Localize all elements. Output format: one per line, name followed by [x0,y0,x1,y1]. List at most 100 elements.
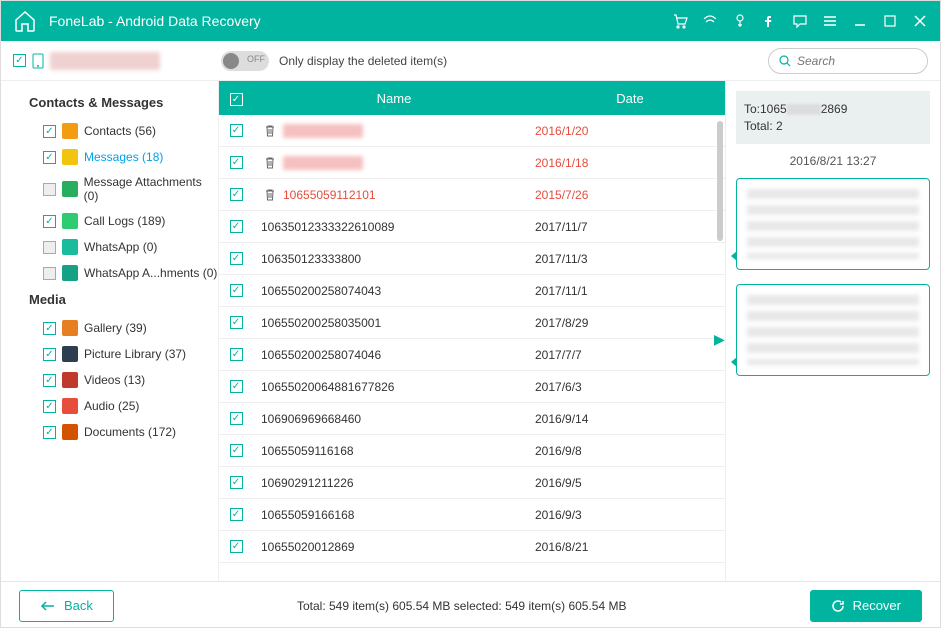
table-row[interactable]: 106550591121012015/7/26 [219,179,725,211]
cart-icon[interactable] [672,13,688,29]
select-all-checkbox[interactable]: ✓ [230,93,243,106]
sidebar-checkbox[interactable] [43,348,56,361]
device-checkbox[interactable]: ✓ [13,54,26,67]
sidebar-item[interactable]: Videos (13) [15,367,218,393]
row-checkbox[interactable] [230,284,243,297]
wifi-icon[interactable] [702,13,718,29]
sidebar-checkbox[interactable] [43,241,56,254]
toggle-state-label: OFF [247,54,265,64]
sidebar-checkbox[interactable] [43,322,56,335]
row-checkbox[interactable] [230,252,243,265]
close-icon[interactable] [912,13,928,29]
row-checkbox[interactable] [230,220,243,233]
message-bubble[interactable] [736,178,930,270]
sidebar-item[interactable]: WhatsApp (0) [15,234,218,260]
sidebar-item[interactable]: Audio (25) [15,393,218,419]
message-bubble[interactable] [736,284,930,376]
back-label: Back [64,598,93,613]
category-icon [62,265,78,281]
recover-icon [831,599,845,613]
trash-icon [261,188,279,201]
sidebar-checkbox[interactable] [43,183,56,196]
row-checkbox[interactable] [230,412,243,425]
row-checkbox[interactable] [230,444,243,457]
row-checkbox[interactable] [230,348,243,361]
row-checkbox[interactable] [230,540,243,553]
sidebar-item[interactable]: Gallery (39) [15,315,218,341]
row-date: 2017/11/3 [535,252,725,266]
row-date: 2017/11/7 [535,220,725,234]
titlebar: FoneLab - Android Data Recovery [1,1,940,41]
table-row[interactable]: 106902912112262016/9/5 [219,467,725,499]
toolbar: ✓ OFF Only display the deleted item(s) [1,41,940,81]
sidebar-item[interactable]: Documents (172) [15,419,218,445]
table-row[interactable]: 1065502002580740462017/7/7 [219,339,725,371]
sidebar-checkbox[interactable] [43,151,56,164]
minimize-icon[interactable] [852,13,868,29]
table-row[interactable]: 106550591161682016/9/8 [219,435,725,467]
table-row[interactable]: 106550200128692016/8/21 [219,531,725,563]
expand-arrow-icon[interactable]: ▶ [714,331,725,348]
row-date: 2016/1/18 [535,156,725,170]
sidebar-item[interactable]: WhatsApp A...hments (0) [15,260,218,286]
chat-icon[interactable] [792,13,808,29]
row-checkbox[interactable] [230,476,243,489]
table-row[interactable]: 1065502002580350012017/8/29 [219,307,725,339]
header-date[interactable]: Date [535,91,725,106]
table-body[interactable]: 2016/1/20 2016/1/18 106550591121012015/7/2… [219,115,725,581]
sidebar-item[interactable]: Call Logs (189) [15,208,218,234]
table-row[interactable]: 106550200648816778262017/6/3 [219,371,725,403]
sidebar-checkbox[interactable] [43,215,56,228]
sidebar-item[interactable]: Message Attachments (0) [15,170,218,208]
key-icon[interactable] [732,13,748,29]
back-button[interactable]: Back [19,590,114,622]
footer-stats: Total: 549 item(s) 605.54 MB selected: 5… [114,599,810,613]
facebook-icon[interactable] [762,13,778,29]
sidebar-checkbox[interactable] [43,125,56,138]
table-row[interactable]: 106350123333226100892017/11/7 [219,211,725,243]
sidebar-item[interactable]: Messages (18) [15,144,218,170]
row-checkbox[interactable] [230,508,243,521]
table-row[interactable]: 2016/1/20 [219,115,725,147]
table-header: ✓ Name Date [219,81,725,115]
sidebar-checkbox[interactable] [43,400,56,413]
row-date: 2016/9/14 [535,412,725,426]
row-checkbox[interactable] [230,156,243,169]
sidebar-checkbox[interactable] [43,426,56,439]
blurred-text [283,124,363,138]
search-input[interactable] [797,54,917,68]
recover-button[interactable]: Recover [810,590,922,622]
sidebar-item-label: Videos (13) [84,373,145,387]
table-row[interactable]: 2016/1/18 [219,147,725,179]
toggle-description: Only display the deleted item(s) [279,54,768,68]
table-row[interactable]: 106550591661682016/9/3 [219,499,725,531]
category-icon [62,213,78,229]
row-name: 10655059112101 [253,188,535,202]
row-checkbox[interactable] [230,124,243,137]
row-checkbox[interactable] [230,188,243,201]
home-icon[interactable] [13,9,37,33]
deleted-only-toggle[interactable]: OFF [221,51,269,71]
main-area: Contacts & Messages Contacts (56)Message… [1,81,940,581]
sidebar-item[interactable]: Picture Library (37) [15,341,218,367]
row-date: 2016/9/5 [535,476,725,490]
sidebar-item[interactable]: Contacts (56) [15,118,218,144]
sidebar-checkbox[interactable] [43,374,56,387]
table-row[interactable]: 1069069696684602016/9/14 [219,403,725,435]
menu-icon[interactable] [822,13,838,29]
category-icon [62,149,78,165]
search-box[interactable] [768,48,928,74]
row-checkbox[interactable] [230,316,243,329]
maximize-icon[interactable] [882,13,898,29]
table-row[interactable]: 1063501233338002017/11/3 [219,243,725,275]
device-name-blurred [50,52,160,70]
device-selector[interactable]: ✓ [13,52,213,70]
sidebar-item-label: WhatsApp (0) [84,240,157,254]
row-checkbox[interactable] [230,380,243,393]
header-name[interactable]: Name [253,91,535,106]
table-row[interactable]: 1065502002580740432017/11/1 [219,275,725,307]
sidebar-checkbox[interactable] [43,267,56,280]
scrollbar[interactable] [717,121,723,241]
sidebar-item-label: Gallery (39) [84,321,147,335]
row-name: 106550200258035001 [253,316,535,330]
